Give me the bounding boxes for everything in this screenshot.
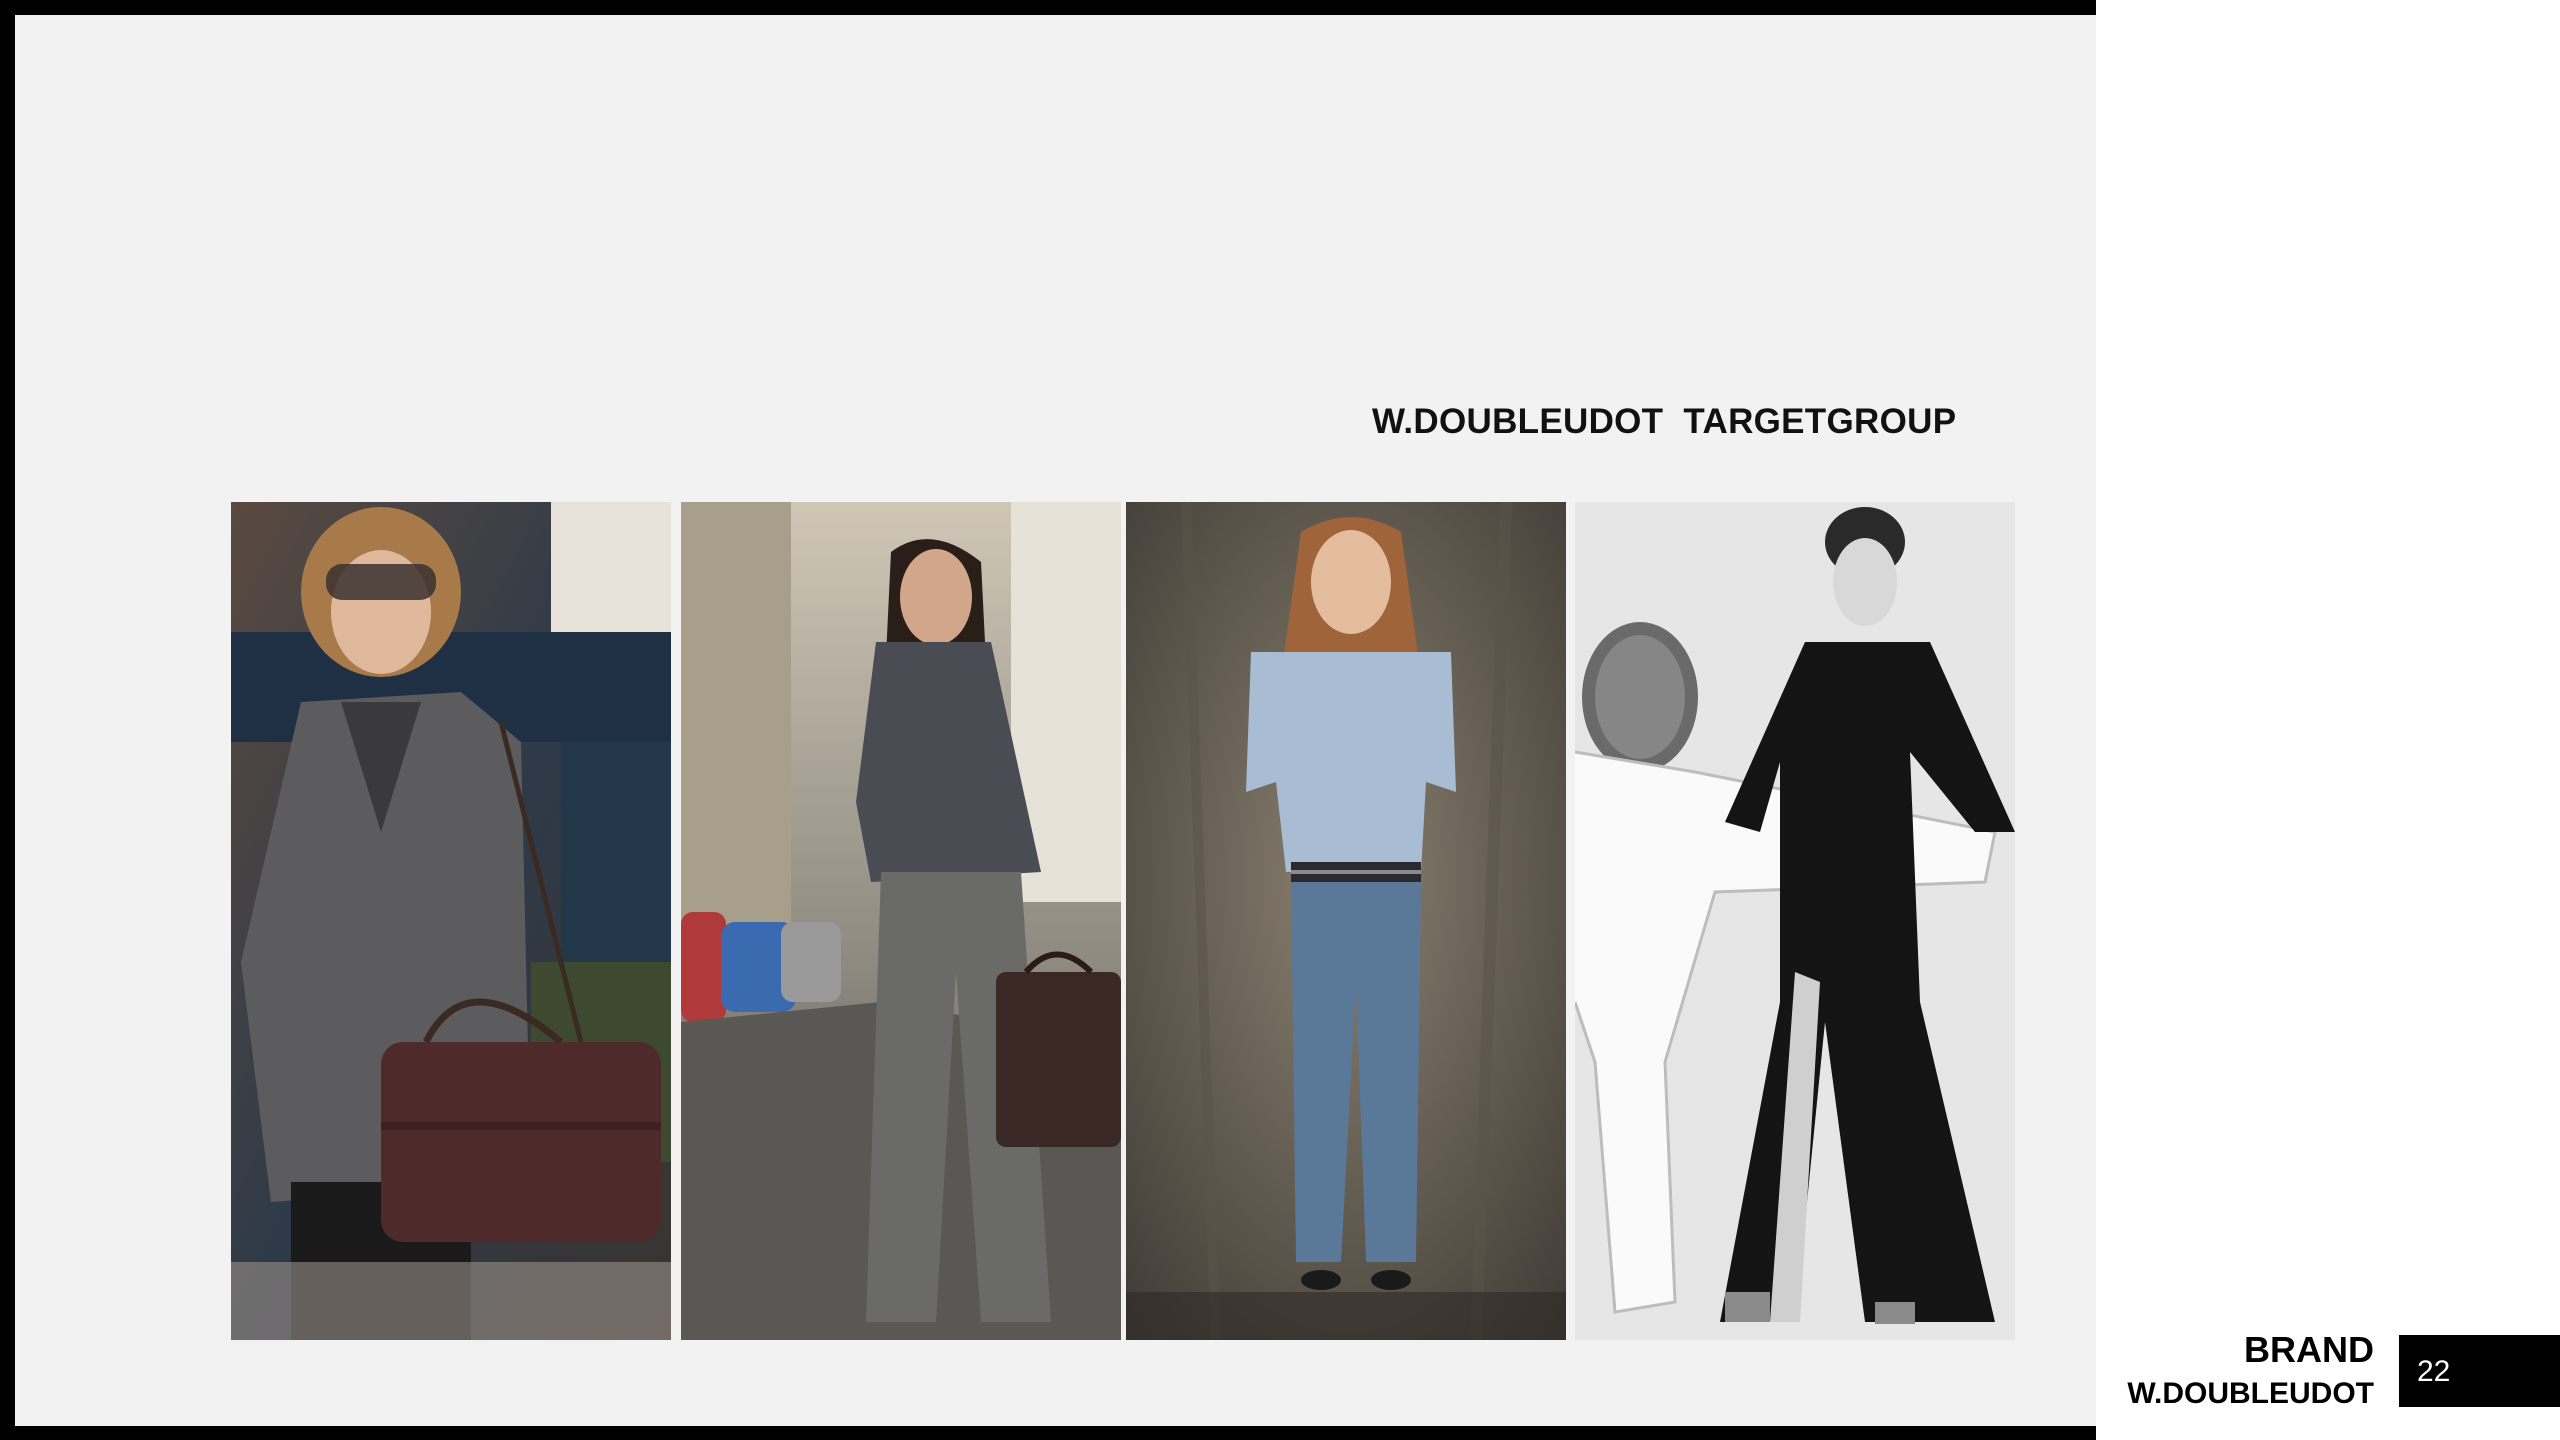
- photo-blue-sweater: [1126, 502, 1566, 1340]
- page-number-box: 22: [2399, 1335, 2560, 1407]
- brand-block: BRAND W.DOUBLEUDOT: [2127, 1328, 2374, 1416]
- slide-title: W.DOUBLEUDOT TARGETGROUP: [1372, 402, 1957, 441]
- page: W.DOUBLEUDOT TARGETGROUP BRAND W.DOUBLEU…: [0, 0, 2560, 1440]
- brand-label: BRAND: [2244, 1329, 2374, 1370]
- photo-grey-shirt: [681, 502, 1121, 1340]
- brand-name: W.DOUBLEUDOT: [2127, 1377, 2374, 1410]
- photo-black-gown: [1575, 502, 2015, 1340]
- page-number: 22: [2417, 1355, 2451, 1388]
- photo-grey-coat: [231, 502, 671, 1340]
